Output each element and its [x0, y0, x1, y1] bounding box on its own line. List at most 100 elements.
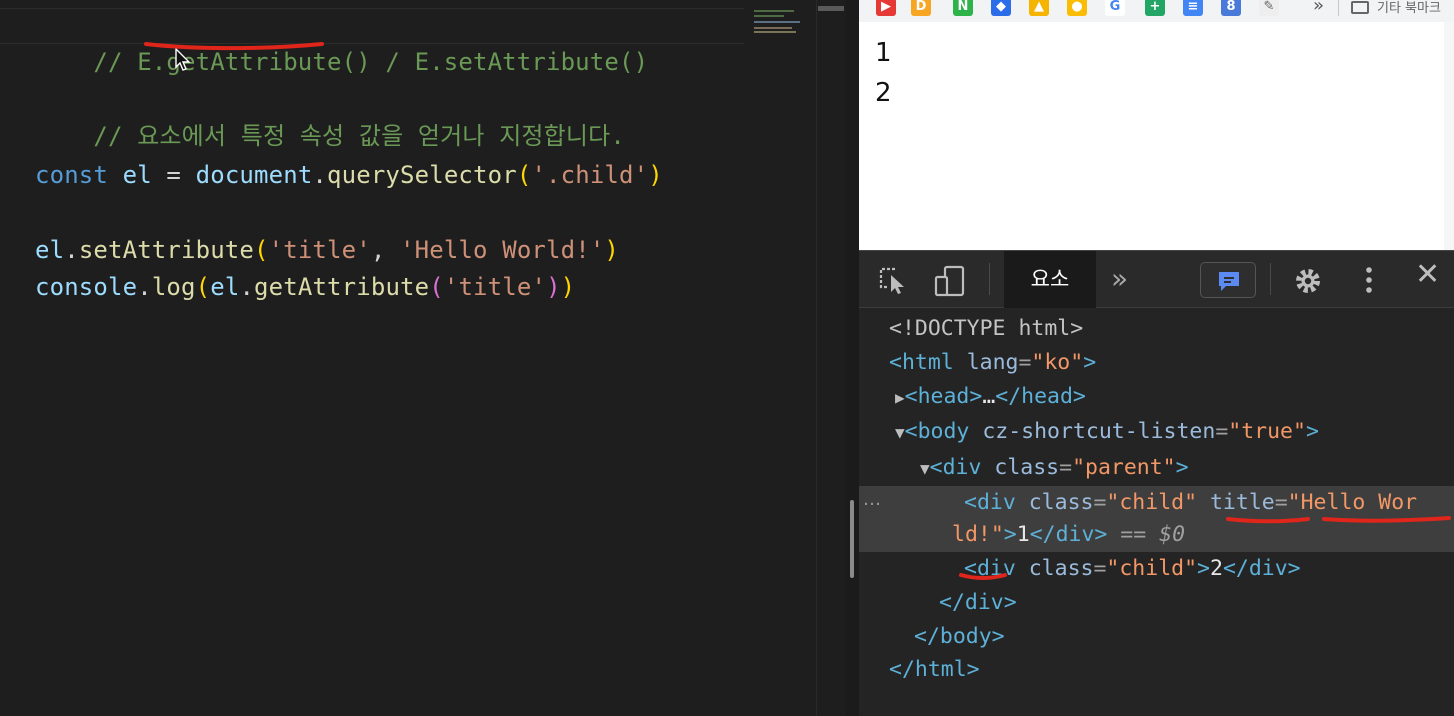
- tab-elements[interactable]: 요소: [1004, 251, 1096, 308]
- naver-icon[interactable]: N: [953, 0, 973, 16]
- inspect-element-icon[interactable]: [877, 265, 909, 295]
- dot: .: [64, 236, 79, 264]
- attr-value: "parent": [1072, 455, 1176, 480]
- keyword-const: const: [35, 161, 108, 189]
- google-keep-icon[interactable]: ●: [1067, 0, 1087, 16]
- toolbar-separator: [989, 263, 990, 295]
- tag-text: <body: [904, 419, 970, 444]
- attr-value: "true": [1228, 419, 1306, 444]
- dropbox-icon[interactable]: ◆: [991, 0, 1011, 16]
- string-literal: 'title': [268, 236, 371, 264]
- collapse-triangle-icon[interactable]: ▼: [895, 423, 905, 442]
- google-drive-icon[interactable]: ▲: [1029, 0, 1049, 16]
- tag-text: <div: [929, 455, 982, 480]
- devtools-panel: 요소 » ✕ … <!DOCTYPE html> <html lang="ko"…: [859, 250, 1454, 716]
- dom-doctype[interactable]: <!DOCTYPE html>: [889, 313, 1083, 345]
- pane-divider[interactable]: [846, 0, 859, 716]
- tag-text: </html>: [889, 657, 980, 682]
- comment-text: // 요소에서 특정 속성 값을 얻거나 지정합니다.: [93, 122, 625, 150]
- paren-open: (: [254, 236, 269, 264]
- attr-value: "ko": [1031, 350, 1084, 375]
- page-scrollbar[interactable]: [1444, 22, 1454, 250]
- close-devtools-button[interactable]: ✕: [1415, 257, 1440, 292]
- tag-text: >: [1305, 419, 1319, 444]
- code-line-4[interactable]: el.setAttribute('title', 'Hello World!'): [35, 232, 619, 268]
- red-underline-annotation: [1226, 516, 1451, 524]
- paren-open: (: [516, 161, 532, 189]
- attr-name: class: [1028, 490, 1094, 515]
- editor-scroll-thumb[interactable]: [818, 6, 844, 11]
- bookmarks-separator: [1338, 0, 1339, 16]
- code-editor[interactable]: // E.getAttribute() / E.setAttribute() /…: [0, 0, 846, 716]
- google-icon[interactable]: G: [1105, 0, 1125, 16]
- tag-text: </div>: [939, 590, 1017, 615]
- string-literal: 'title': [443, 273, 547, 301]
- dom-html-open[interactable]: <html lang="ko">: [889, 347, 1096, 379]
- toolbar-separator: [1270, 263, 1271, 295]
- bookmark-calendar-icon[interactable]: 8: [1221, 0, 1241, 16]
- divider-grip[interactable]: [850, 500, 854, 578]
- collapsed-ellipsis: …: [982, 384, 996, 409]
- settings-gear-icon[interactable]: [1291, 265, 1325, 297]
- bookmarks-bar: ▶ D N ◆ ▲ ● G + ≡ 8 ✎ » 기타 북마크: [859, 0, 1454, 22]
- doctype-text: <!DOCTYPE html>: [889, 316, 1084, 341]
- selected-node-ref: $0: [1159, 522, 1186, 547]
- page-viewport: 1 2: [859, 22, 1454, 250]
- dom-body-end[interactable]: </body>: [914, 621, 1005, 653]
- dom-html-end[interactable]: </html>: [889, 654, 980, 686]
- tag-text: <html: [889, 350, 954, 375]
- dom-div-parent[interactable]: ▼<div class="parent">: [920, 452, 1189, 485]
- folder-icon[interactable]: [1351, 1, 1369, 14]
- dom-tree[interactable]: … <!DOCTYPE html> <html lang="ko"> ▶<hea…: [859, 309, 1454, 716]
- minimap[interactable]: [752, 8, 814, 38]
- expand-triangle-icon[interactable]: ▶: [895, 388, 905, 407]
- attr-name: class: [994, 455, 1060, 480]
- variable-el: el: [35, 236, 65, 264]
- text-node: 1: [1016, 522, 1030, 547]
- collapse-triangle-icon[interactable]: ▼: [920, 459, 930, 478]
- more-tabs-button[interactable]: »: [1111, 261, 1128, 297]
- devtools-toolbar: 요소 » ✕: [859, 250, 1454, 308]
- youtube-icon[interactable]: ▶: [876, 0, 896, 16]
- dot: .: [137, 273, 152, 301]
- other-bookmarks-label[interactable]: 기타 북마크: [1377, 0, 1441, 16]
- function-name: log: [151, 273, 196, 301]
- google-sheets-icon[interactable]: +: [1145, 0, 1165, 16]
- dom-head[interactable]: ▶<head>…</head>: [895, 381, 1086, 414]
- bookmark-d-icon[interactable]: D: [911, 0, 931, 16]
- attr-name: class: [1028, 556, 1094, 581]
- code-line-3[interactable]: const el = document.querySelector('.chil…: [35, 157, 663, 193]
- console-object: console: [35, 273, 138, 301]
- editor-vertical-scrollbar[interactable]: [816, 0, 846, 716]
- attr-value-title: ld!": [952, 522, 1004, 547]
- google-docs-icon[interactable]: ≡: [1183, 0, 1203, 16]
- red-underline-annotation: [959, 573, 1007, 580]
- bookmarks-overflow-button[interactable]: »: [1313, 0, 1324, 16]
- node-actions-icon[interactable]: …: [863, 489, 881, 510]
- tag-text: </div>: [1029, 522, 1108, 547]
- code-line-5[interactable]: console.log(el.getAttribute('title')): [35, 269, 575, 305]
- dom-div-child-1-wrap[interactable]: ld!">1</div> == $0: [952, 519, 1185, 551]
- device-toolbar-icon[interactable]: [933, 265, 967, 297]
- issues-button[interactable]: [1200, 262, 1256, 298]
- dom-div-parent-end[interactable]: </div>: [939, 587, 1017, 619]
- attr-name: lang: [966, 350, 1019, 375]
- variable-el: el: [210, 273, 240, 301]
- child-text-2: 2: [875, 78, 892, 108]
- tag-text: >: [1175, 455, 1189, 480]
- message-icon: [1219, 272, 1239, 291]
- more-options-icon[interactable]: [1362, 265, 1376, 297]
- attr-name: cz-shortcut-listen: [982, 419, 1216, 444]
- variable-el: el: [122, 161, 152, 189]
- tag-text: </body>: [914, 624, 1005, 649]
- function-name: setAttribute: [78, 236, 255, 264]
- tag-text: <div: [964, 490, 1016, 515]
- tag-text: </head>: [995, 384, 1086, 409]
- assign-operator: =: [151, 161, 196, 189]
- dot: .: [312, 161, 328, 189]
- string-literal: '.child': [531, 161, 649, 189]
- dom-body-open[interactable]: ▼<body cz-shortcut-listen="true">: [895, 416, 1319, 449]
- notes-icon[interactable]: ✎: [1259, 0, 1279, 16]
- comma: ,: [370, 236, 401, 264]
- text-node: 2: [1209, 556, 1223, 581]
